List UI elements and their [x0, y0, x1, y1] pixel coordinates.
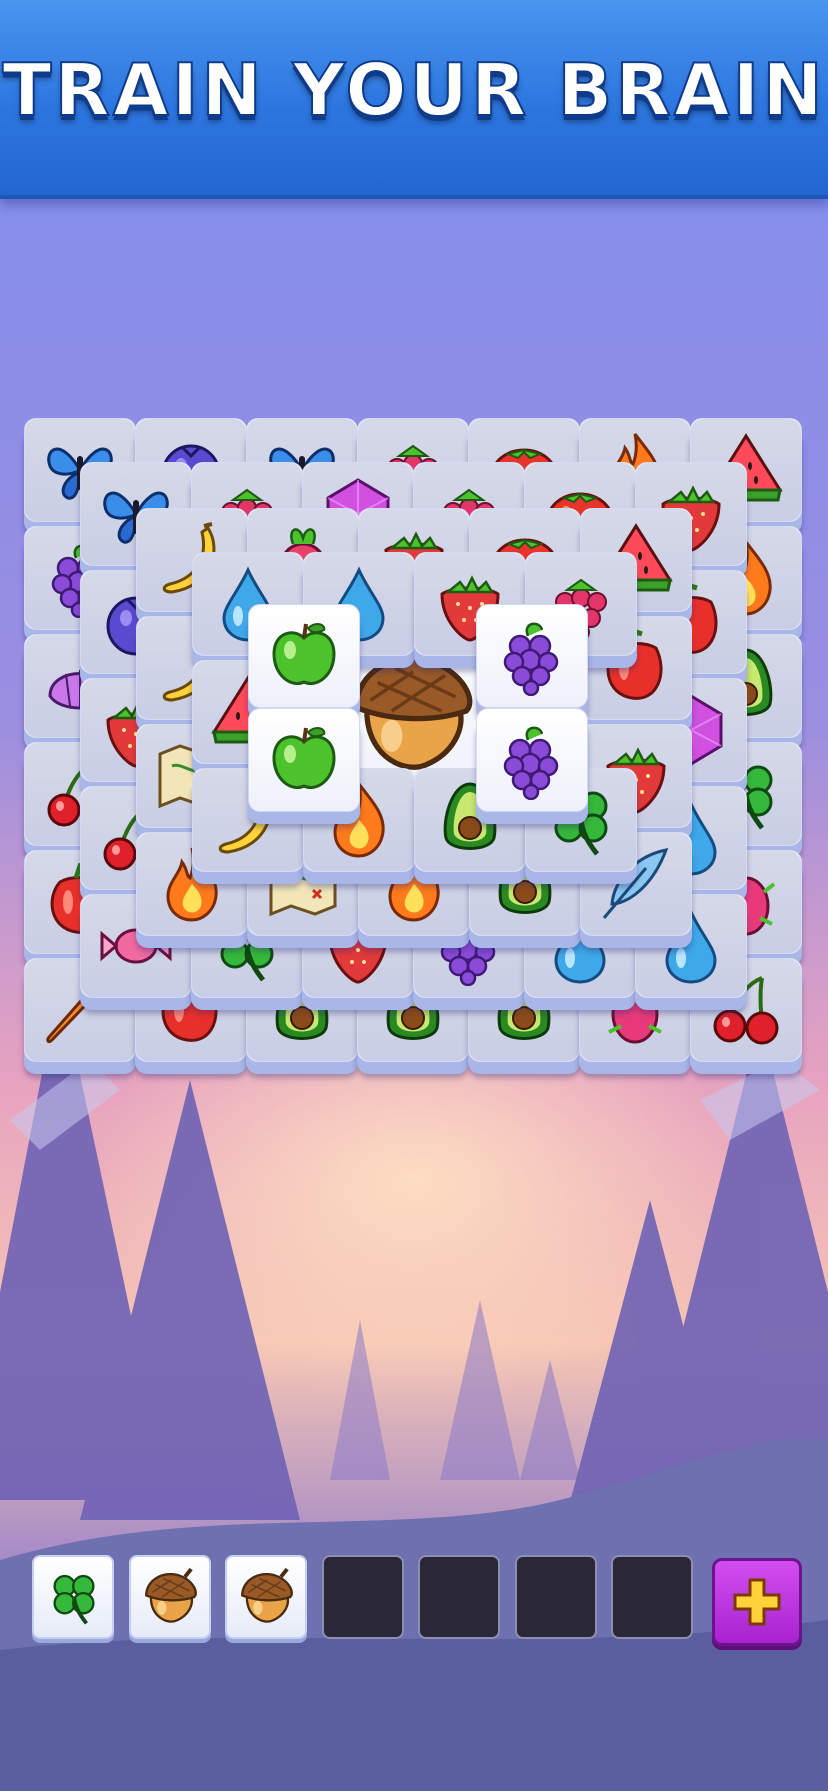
tray-slot-clover: [32, 1555, 114, 1639]
tray-slot-empty: [514, 1555, 597, 1639]
tray-slot-acorn: [128, 1555, 211, 1639]
tray-slot-empty: [321, 1555, 404, 1639]
tile-grapes[interactable]: [476, 604, 588, 720]
tile-board: [0, 0, 828, 1100]
tray-slot-empty: [611, 1555, 693, 1639]
clover-icon: [43, 1566, 105, 1628]
tray-slot-acorn: [225, 1555, 307, 1639]
grapes-icon: [492, 720, 572, 800]
grapes-icon: [492, 616, 572, 696]
tile-tray: [0, 1555, 828, 1655]
tile-apple[interactable]: [248, 708, 360, 824]
tile-grapes[interactable]: [476, 708, 588, 824]
acorn-icon: [236, 1566, 298, 1628]
plus-icon: [731, 1576, 783, 1628]
apple-icon: [264, 720, 344, 800]
apple-icon: [264, 616, 344, 696]
acorn-icon: [140, 1566, 202, 1628]
tile-apple[interactable]: [248, 604, 360, 720]
add-slot-button[interactable]: [712, 1558, 802, 1646]
tray-slot-empty: [418, 1555, 500, 1639]
